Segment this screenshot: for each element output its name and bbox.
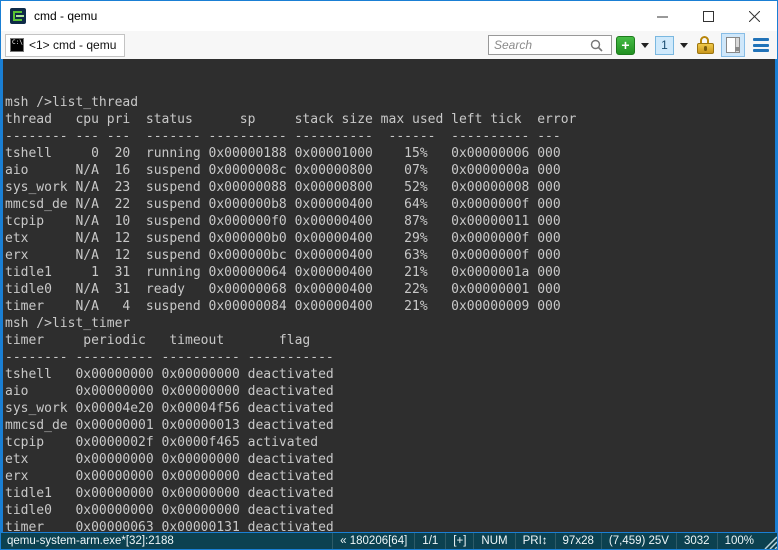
terminal-line: msh />list_thread [5,94,775,111]
terminal-line: sys_work 0x00004e20 0x00004f56 deactivat… [5,400,775,417]
status-bar: qemu-system-arm.exe*[32]:2188 « 180206[6… [1,532,777,549]
console-number-button[interactable]: 1 [655,36,674,55]
terminal-line: mmcsd_de 0x00000001 0x00000013 deactivat… [5,417,775,434]
status-segment[interactable]: NUM [473,533,514,549]
minimize-button[interactable] [639,1,685,31]
status-segment[interactable]: 1/1 [414,533,445,549]
lock-keyhole [704,46,707,51]
conemu-window: cmd - qemu C:\ <1> cmd [0,0,778,550]
hamburger-bar [753,44,769,47]
title-bar: cmd - qemu [1,1,777,31]
terminal-line: tidle1 1 31 running 0x00000064 0x0000040… [5,264,775,281]
terminal-line: msh />list_timer [5,315,775,332]
terminal-line: tidle0 0x00000000 0x00000000 deactivated [5,502,775,519]
terminal-output[interactable]: msh />list_threadthread cpu pri status s… [1,59,777,532]
terminal-lines: msh />list_threadthread cpu pri status s… [5,94,775,532]
window-controls [639,1,777,31]
terminal-line: tcpip 0x0000002f 0x0000f465 activated [5,434,775,451]
active-process-label: qemu-system-arm.exe*[32]:2188 [1,535,174,547]
console-list-dropdown-caret[interactable] [680,43,688,48]
terminal-line: etx 0x00000000 0x00000000 deactivated [5,451,775,468]
close-button[interactable] [731,1,777,31]
terminal-line: aio N/A 16 suspend 0x0000008c 0x00000800… [5,162,775,179]
new-console-dropdown-caret[interactable] [641,43,649,48]
hamburger-bar [753,38,769,41]
status-segments: « 180206[64]1/1[+]NUMPRI↕97x28(7,459) 25… [332,533,761,549]
hamburger-bar [753,49,769,52]
window-title: cmd - qemu [34,9,97,23]
terminal-line: timer periodic timeout flag [5,332,775,349]
panel-toggle-button[interactable] [721,33,745,57]
terminal-line: tshell 0x00000000 0x00000000 deactivated [5,366,775,383]
conemu-app-icon [10,8,26,24]
terminal-line: -------- ---------- ---------- ---------… [5,349,775,366]
status-segment[interactable]: PRI↕ [515,533,555,549]
terminal-line: thread cpu pri status sp stack size max … [5,111,775,128]
terminal-line: etx N/A 12 suspend 0x000000b0 0x00000400… [5,230,775,247]
maximize-icon [703,11,714,22]
terminal-line: aio 0x00000000 0x00000000 deactivated [5,383,775,400]
status-segment[interactable]: 97x28 [555,533,601,549]
cmd-prompt-icon: C:\ [10,38,24,52]
terminal-line: timer 0x00000063 0x00000131 deactivated [5,519,775,532]
panel-icon [726,37,740,53]
terminal-line: mmcsd_de N/A 22 suspend 0x000000b8 0x000… [5,196,775,213]
tab-bar: C:\ <1> cmd - qemu + 1 [1,31,777,59]
terminal-line: erx 0x00000000 0x00000000 deactivated [5,468,775,485]
maximize-button[interactable] [685,1,731,31]
terminal-line: -------- --- --- ------- ---------- ----… [5,128,775,145]
new-console-button[interactable]: + [616,36,635,55]
conemu-logo-dash [16,15,24,17]
lock-icon[interactable] [697,36,714,54]
search-icon [590,39,603,52]
status-segment[interactable]: « 180206[64] [332,533,414,549]
status-segment[interactable]: 3032 [676,533,717,549]
panel-icon-knob [735,47,739,51]
tab-label: <1> cmd - qemu [29,38,116,52]
tabbar-toolbar: + 1 [488,33,777,57]
terminal-line: erx N/A 12 suspend 0x000000bc 0x00000400… [5,247,775,264]
status-segment[interactable]: (7,459) 25V [601,533,676,549]
close-icon [749,11,760,22]
terminal-line: timer N/A 4 suspend 0x00000084 0x0000040… [5,298,775,315]
minimize-icon [657,11,668,22]
terminal-line: tshell 0 20 running 0x00000188 0x0000100… [5,145,775,162]
search-input[interactable] [494,38,590,52]
status-segment[interactable]: [+] [445,533,473,549]
status-segment[interactable]: 100% [717,533,761,549]
tab-cmd-qemu[interactable]: C:\ <1> cmd - qemu [5,34,125,57]
menu-hamburger-icon[interactable] [753,38,769,52]
terminal-line: tidle0 N/A 31 ready 0x00000068 0x0000040… [5,281,775,298]
terminal-line: sys_work N/A 23 suspend 0x00000088 0x000… [5,179,775,196]
terminal-line: tidle1 0x00000000 0x00000000 deactivated [5,485,775,502]
resize-grip[interactable] [761,533,777,549]
search-box [488,35,612,55]
terminal-line: tcpip N/A 10 suspend 0x000000f0 0x000004… [5,213,775,230]
